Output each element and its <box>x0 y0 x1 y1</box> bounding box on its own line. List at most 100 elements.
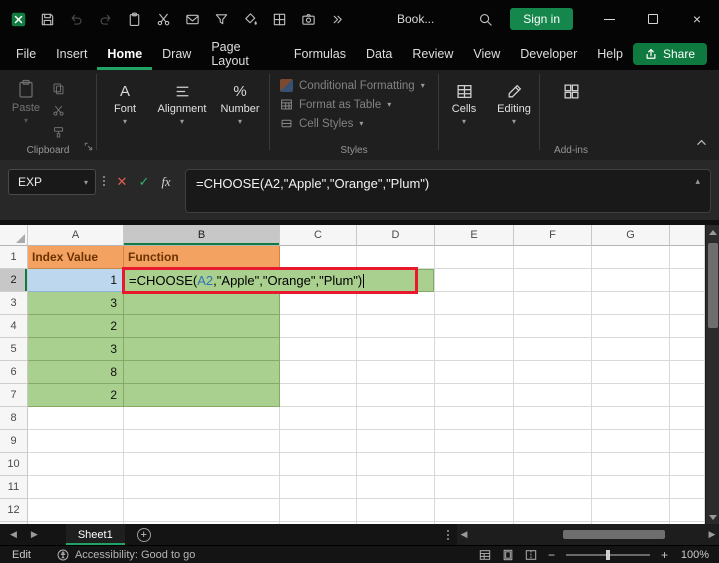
cell-B1[interactable]: Function <box>124 246 280 269</box>
cell-A4[interactable]: 2 <box>28 315 124 338</box>
cell-A1[interactable]: Index Value <box>28 246 124 269</box>
column-header-e[interactable]: E <box>435 225 514 246</box>
prev-sheet-icon[interactable]: ◀ <box>10 529 17 540</box>
horizontal-scroll-thumb[interactable] <box>563 530 665 539</box>
cell-D3[interactable] <box>357 292 435 315</box>
cell-D7[interactable] <box>357 384 435 407</box>
cell-A11[interactable] <box>28 476 124 499</box>
cell-C7[interactable] <box>280 384 357 407</box>
column-header-g[interactable]: G <box>592 225 670 246</box>
minimize-button[interactable] <box>587 0 631 38</box>
cell-F11[interactable] <box>514 476 592 499</box>
cell-E8[interactable] <box>435 407 514 430</box>
scroll-right-icon[interactable]: ▶ <box>705 529 719 540</box>
cell-G7[interactable] <box>592 384 670 407</box>
cell-C8[interactable] <box>280 407 357 430</box>
menu-view[interactable]: View <box>463 38 510 70</box>
number-group-button[interactable]: % Number ▾ <box>211 70 269 160</box>
cancel-formula-button[interactable]: ✕ <box>111 169 133 195</box>
cell-D8[interactable] <box>357 407 435 430</box>
mail-icon[interactable] <box>184 11 200 27</box>
cell-A6[interactable]: 8 <box>28 361 124 384</box>
cell-E4[interactable] <box>435 315 514 338</box>
cell-editor-b2[interactable]: =CHOOSE(A2,"Apple","Orange","Plum") <box>124 269 434 292</box>
cell-partial-6[interactable] <box>670 361 705 384</box>
cell-F10[interactable] <box>514 453 592 476</box>
cell-B7[interactable] <box>124 384 280 407</box>
row-header-6[interactable]: 6 <box>0 361 28 384</box>
cell-partial-1[interactable] <box>670 246 705 269</box>
format-as-table-button[interactable]: Format as Table ▾ <box>280 98 438 111</box>
new-sheet-button[interactable]: + <box>137 528 151 542</box>
font-group-button[interactable]: A Font ▾ <box>97 70 153 160</box>
column-header-a[interactable]: A <box>28 225 124 246</box>
cell-B11[interactable] <box>124 476 280 499</box>
menu-insert[interactable]: Insert <box>46 38 97 70</box>
conditional-formatting-button[interactable]: Conditional Formatting ▾ <box>280 79 438 92</box>
vertical-scrollbar[interactable] <box>705 225 719 524</box>
cell-E3[interactable] <box>435 292 514 315</box>
cell-C6[interactable] <box>280 361 357 384</box>
cell-partial-2[interactable] <box>670 269 705 292</box>
cell-A8[interactable] <box>28 407 124 430</box>
cell-E7[interactable] <box>435 384 514 407</box>
cell-A9[interactable] <box>28 430 124 453</box>
cell-C5[interactable] <box>280 338 357 361</box>
cell-F8[interactable] <box>514 407 592 430</box>
cell-A3[interactable]: 3 <box>28 292 124 315</box>
cell-E12[interactable] <box>435 499 514 522</box>
menu-developer[interactable]: Developer <box>510 38 587 70</box>
horizontal-scrollbar[interactable]: ◀ ▶ <box>457 524 719 545</box>
cell-E11[interactable] <box>435 476 514 499</box>
menu-file[interactable]: File <box>6 38 46 70</box>
menu-help[interactable]: Help <box>587 38 633 70</box>
cells-group-button[interactable]: Cells ▾ <box>439 70 489 160</box>
editing-group-button[interactable]: Editing ▾ <box>489 70 539 160</box>
cell-A5[interactable]: 3 <box>28 338 124 361</box>
menu-page-layout[interactable]: Page Layout <box>201 38 284 70</box>
cell-B12[interactable] <box>124 499 280 522</box>
cell-G8[interactable] <box>592 407 670 430</box>
row-header-3[interactable]: 3 <box>0 292 28 315</box>
cell-F1[interactable] <box>514 246 592 269</box>
cell-B13[interactable] <box>124 522 280 524</box>
cell-partial-11[interactable] <box>670 476 705 499</box>
formula-input[interactable]: =CHOOSE(A2,"Apple","Orange","Plum") ▴ <box>185 169 711 213</box>
cell-D4[interactable] <box>357 315 435 338</box>
row-header-13[interactable]: 13 <box>0 522 28 524</box>
cell-F5[interactable] <box>514 338 592 361</box>
formula-bar-collapse-icon[interactable]: ▴ <box>695 176 700 187</box>
cell-E9[interactable] <box>435 430 514 453</box>
row-header-4[interactable]: 4 <box>0 315 28 338</box>
cell-C1[interactable] <box>280 246 357 269</box>
undo-icon[interactable] <box>68 11 84 27</box>
cell-F7[interactable] <box>514 384 592 407</box>
column-header-c[interactable]: C <box>280 225 357 246</box>
column-header-d[interactable]: D <box>357 225 435 246</box>
cell-B6[interactable] <box>124 361 280 384</box>
menu-review[interactable]: Review <box>402 38 463 70</box>
paste-icon-small[interactable] <box>126 11 142 27</box>
cell-C12[interactable] <box>280 499 357 522</box>
cell-D11[interactable] <box>357 476 435 499</box>
cell-B3[interactable] <box>124 292 280 315</box>
row-header-10[interactable]: 10 <box>0 453 28 476</box>
cell-partial-8[interactable] <box>670 407 705 430</box>
sheet-tab-sheet1[interactable]: Sheet1 <box>66 524 125 545</box>
zoom-slider-thumb[interactable] <box>606 550 610 560</box>
sign-in-button[interactable]: Sign in <box>510 8 573 30</box>
insert-function-button[interactable]: fx <box>155 169 177 195</box>
close-button[interactable]: × <box>675 0 719 38</box>
menu-data[interactable]: Data <box>356 38 402 70</box>
cell-B5[interactable] <box>124 338 280 361</box>
redo-icon[interactable] <box>97 11 113 27</box>
cell-partial-5[interactable] <box>670 338 705 361</box>
collapse-ribbon-icon[interactable] <box>696 135 707 153</box>
scroll-up-icon[interactable] <box>706 225 719 239</box>
cell-G10[interactable] <box>592 453 670 476</box>
cell-G3[interactable] <box>592 292 670 315</box>
cell-B8[interactable] <box>124 407 280 430</box>
camera-icon[interactable] <box>300 11 316 27</box>
toolbar-overflow-icon[interactable] <box>329 11 345 27</box>
cell-D6[interactable] <box>357 361 435 384</box>
